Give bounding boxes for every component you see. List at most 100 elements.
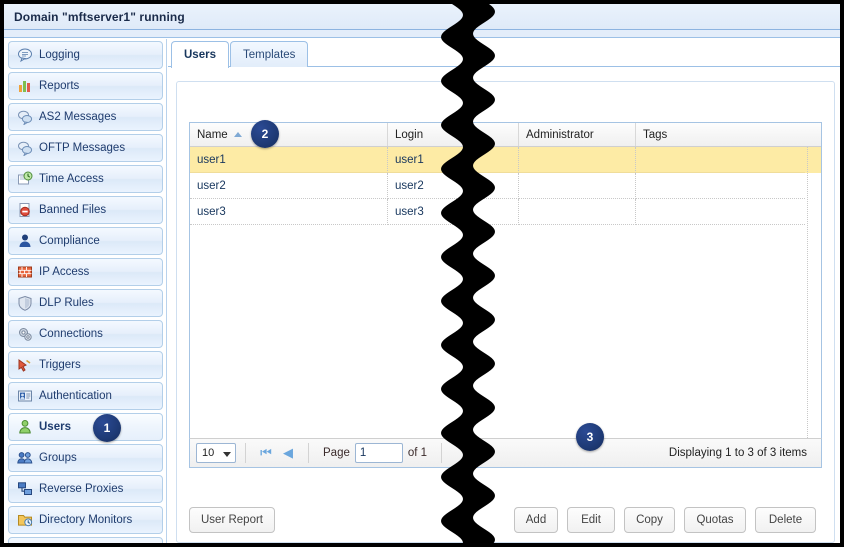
firewall-icon: [17, 264, 33, 280]
table-cell-administrator: [519, 147, 636, 173]
sidebar-item-label: IP Access: [39, 265, 89, 279]
sidebar-item-label: Compliance: [39, 234, 100, 248]
users-grid: Name Login Administrator Tags user1user1…: [189, 122, 822, 444]
sidebar-item-label: Time Access: [39, 172, 104, 186]
grid-header-row: Name Login Administrator Tags: [190, 123, 821, 147]
messages-icon: [17, 109, 33, 125]
quotas-button[interactable]: Quotas: [684, 507, 746, 533]
page-label: Page: [323, 447, 350, 459]
clock-icon: [17, 171, 33, 187]
column-header-name-label: Name: [197, 129, 228, 141]
banned-file-icon: [17, 202, 33, 218]
user-icon: [17, 419, 33, 435]
table-cell-administrator: [519, 199, 636, 225]
window-titlebar: Domain "mftserver1" running: [4, 4, 840, 30]
page-size-value: 10: [202, 447, 214, 459]
grid-vertical-scrollbar[interactable]: [807, 147, 821, 444]
sidebar-item-dlp-rules[interactable]: DLP Rules: [8, 289, 163, 317]
edit-button[interactable]: Edit: [567, 507, 615, 533]
sidebar-item-label: AS2 Messages: [39, 110, 116, 124]
sidebar-item-label: Reverse Proxies: [39, 482, 123, 496]
pager-divider: [245, 443, 246, 463]
sidebar-item-partial[interactable]: [8, 537, 163, 543]
column-header-administrator[interactable]: Administrator: [519, 123, 636, 146]
column-header-login[interactable]: Login: [388, 123, 519, 146]
tab-templates[interactable]: Templates: [230, 41, 308, 67]
application-window: Domain "mftserver1" running Logging Repor…: [0, 0, 844, 547]
window-title: Domain "mftserver1" running: [4, 10, 185, 24]
sidebar-item-label: Authentication: [39, 389, 112, 403]
copy-button[interactable]: Copy: [624, 507, 675, 533]
titlebar-underline: [4, 30, 840, 38]
sidebar-item-as2-messages[interactable]: AS2 Messages: [8, 103, 163, 131]
column-header-tags[interactable]: Tags: [636, 123, 805, 146]
sidebar-item-reverse-proxies[interactable]: Reverse Proxies: [8, 475, 163, 503]
sidebar-item-time-access[interactable]: Time Access: [8, 165, 163, 193]
page-number-input[interactable]: 1: [355, 443, 403, 463]
table-cell-name: user3: [190, 199, 388, 225]
grid-body: user1user1user2user2user3user3: [190, 147, 821, 444]
sidebar-item-directory-monitors[interactable]: Directory Monitors: [8, 506, 163, 534]
pager-status-text: Displaying 1 to 3 of 3 items: [669, 447, 815, 459]
sidebar-item-banned-files[interactable]: Banned Files: [8, 196, 163, 224]
sidebar-item-label: Connections: [39, 327, 103, 341]
sidebar-item-groups[interactable]: Groups: [8, 444, 163, 472]
sidebar-item-reports[interactable]: Reports: [8, 72, 163, 100]
table-cell-name: user2: [190, 173, 388, 199]
action-button-bar: User Report Add Edit Copy Quotas Delete: [189, 507, 822, 533]
annotation-badge-3: 3: [576, 423, 604, 451]
user-report-button[interactable]: User Report: [189, 507, 275, 533]
previous-page-icon[interactable]: ◀: [277, 443, 299, 463]
sidebar-item-oftp-messages[interactable]: OFTP Messages: [8, 134, 163, 162]
table-cell-login: user2: [388, 173, 519, 199]
sidebar-item-connections[interactable]: Connections: [8, 320, 163, 348]
chevron-down-icon: [223, 452, 231, 457]
sidebar-item-label: Banned Files: [39, 203, 106, 217]
sort-ascending-icon: [234, 132, 242, 137]
tab-users[interactable]: Users: [171, 41, 229, 68]
table-row[interactable]: user1user1: [190, 147, 821, 173]
table-cell-login: user1: [388, 147, 519, 173]
table-cell-administrator: [519, 173, 636, 199]
trigger-icon: [17, 357, 33, 373]
pager-divider: [308, 443, 309, 463]
sidebar-item-authentication[interactable]: Authentication: [8, 382, 163, 410]
sidebar-item-label: OFTP Messages: [39, 141, 125, 155]
pager-divider: [441, 443, 442, 463]
annotation-badge-2: 2: [251, 120, 279, 148]
table-cell-tags: [636, 199, 805, 225]
id-card-icon: [17, 388, 33, 404]
first-page-icon[interactable]: ⏮: [255, 443, 277, 463]
page-total-label: of 1: [408, 447, 427, 459]
shield-icon: [17, 295, 33, 311]
column-header-name[interactable]: Name: [190, 123, 388, 146]
proxy-icon: [17, 481, 33, 497]
users-group-icon: [17, 450, 33, 466]
table-row[interactable]: user2user2: [190, 173, 821, 199]
add-button[interactable]: Add: [514, 507, 558, 533]
sidebar-item-triggers[interactable]: Triggers: [8, 351, 163, 379]
sidebar-item-label: Reports: [39, 79, 79, 93]
sidebar-item-label: DLP Rules: [39, 296, 94, 310]
folder-monitor-icon: [17, 512, 33, 528]
sidebar-navigation: Logging Reports AS2 Messages OFTP Messages T…: [4, 39, 167, 543]
delete-button[interactable]: Delete: [755, 507, 816, 533]
table-cell-tags: [636, 173, 805, 199]
page-size-select[interactable]: 10: [196, 443, 236, 463]
table-cell-login: user3: [388, 199, 519, 225]
grid-pager-toolbar: 10 ⏮ ◀ Page 1 of 1 Displaying 1 to 3 of …: [189, 438, 822, 468]
bar-chart-icon: [17, 78, 33, 94]
table-row[interactable]: user3user3: [190, 199, 821, 225]
sidebar-item-label: Directory Monitors: [39, 513, 132, 527]
sidebar-item-label: Groups: [39, 451, 77, 465]
table-cell-name: user1: [190, 147, 388, 173]
sidebar-item-users[interactable]: Users: [8, 413, 163, 441]
content-area: Users Templates Name Login Administrator…: [168, 39, 840, 543]
table-cell-tags: [636, 147, 805, 173]
gears-icon: [17, 326, 33, 342]
sidebar-item-logging[interactable]: Logging: [8, 41, 163, 69]
person-icon: [17, 233, 33, 249]
sidebar-item-compliance[interactable]: Compliance: [8, 227, 163, 255]
speech-bubble-icon: [17, 47, 33, 63]
sidebar-item-ip-access[interactable]: IP Access: [8, 258, 163, 286]
